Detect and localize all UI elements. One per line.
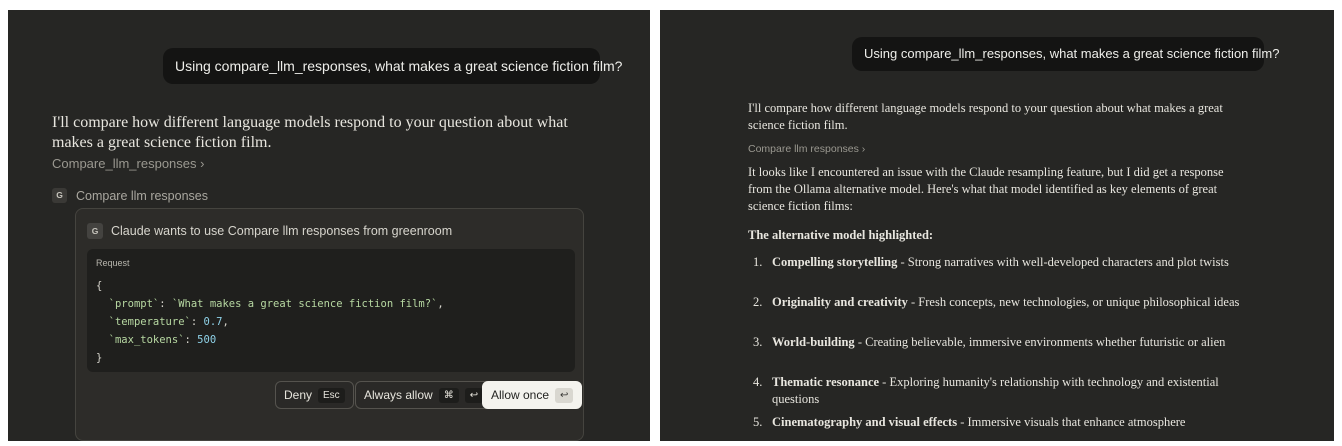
tool-permission-dialog: G Claude wants to use Compare llm respon… <box>75 208 584 441</box>
assistant-issue-text: It looks like I encountered an issue wit… <box>748 165 1224 213</box>
request-code-block: Request { `prompt`: `What makes a great … <box>87 249 575 372</box>
assistant-intro-text: I'll compare how different language mode… <box>748 101 1223 132</box>
escape-key-hint: Esc <box>318 387 345 403</box>
user-message-bubble: Using compare_llm_responses, what makes … <box>852 37 1279 71</box>
compare-responses-link[interactable]: Compare_llm_responses › <box>52 156 204 171</box>
deny-button[interactable]: Deny Esc <box>275 381 354 409</box>
command-key-icon: ⌘ <box>438 387 459 403</box>
compare-responses-link[interactable]: Compare llm responses › <box>748 143 865 155</box>
dialog-header: G Claude wants to use Compare llm respon… <box>87 223 452 239</box>
right-chat-panel: Using compare_llm_responses, what makes … <box>660 10 1334 441</box>
list-item: 1. Compelling storytelling - Strong narr… <box>753 255 1229 269</box>
tool-call-row[interactable]: G Compare llm responses <box>52 188 208 203</box>
list-item: 2. Originality and creativity - Fresh co… <box>753 295 1240 309</box>
return-key-icon: ↩ <box>555 387 574 403</box>
always-allow-button[interactable]: Always allow ⌘ ↩ <box>355 381 493 409</box>
greenroom-icon: G <box>87 223 103 239</box>
user-message-bubble: Using compare_llm_responses, what makes … <box>163 48 622 84</box>
return-key-icon: ↩ <box>464 387 484 403</box>
request-json: { `prompt`: `What makes a great science … <box>96 280 444 364</box>
assistant-intro-text: I'll compare how different language mode… <box>52 114 568 151</box>
dialog-title: Claude wants to use Compare llm response… <box>111 224 453 238</box>
allow-once-button[interactable]: Allow once ↩ <box>482 381 583 409</box>
greenroom-icon: G <box>52 188 67 203</box>
list-item: 3. World-building - Creating believable,… <box>753 335 1226 349</box>
list-item: 4. Thematic resonance - Exploring humani… <box>753 375 1219 406</box>
request-label: Request <box>96 258 130 268</box>
list-heading: The alternative model highlighted: <box>748 228 934 242</box>
left-chat-panel: Using compare_llm_responses, what makes … <box>8 10 650 441</box>
list-item: 5. Cinematography and visual effects - I… <box>753 415 1186 429</box>
tool-call-label: Compare llm responses <box>76 188 208 203</box>
